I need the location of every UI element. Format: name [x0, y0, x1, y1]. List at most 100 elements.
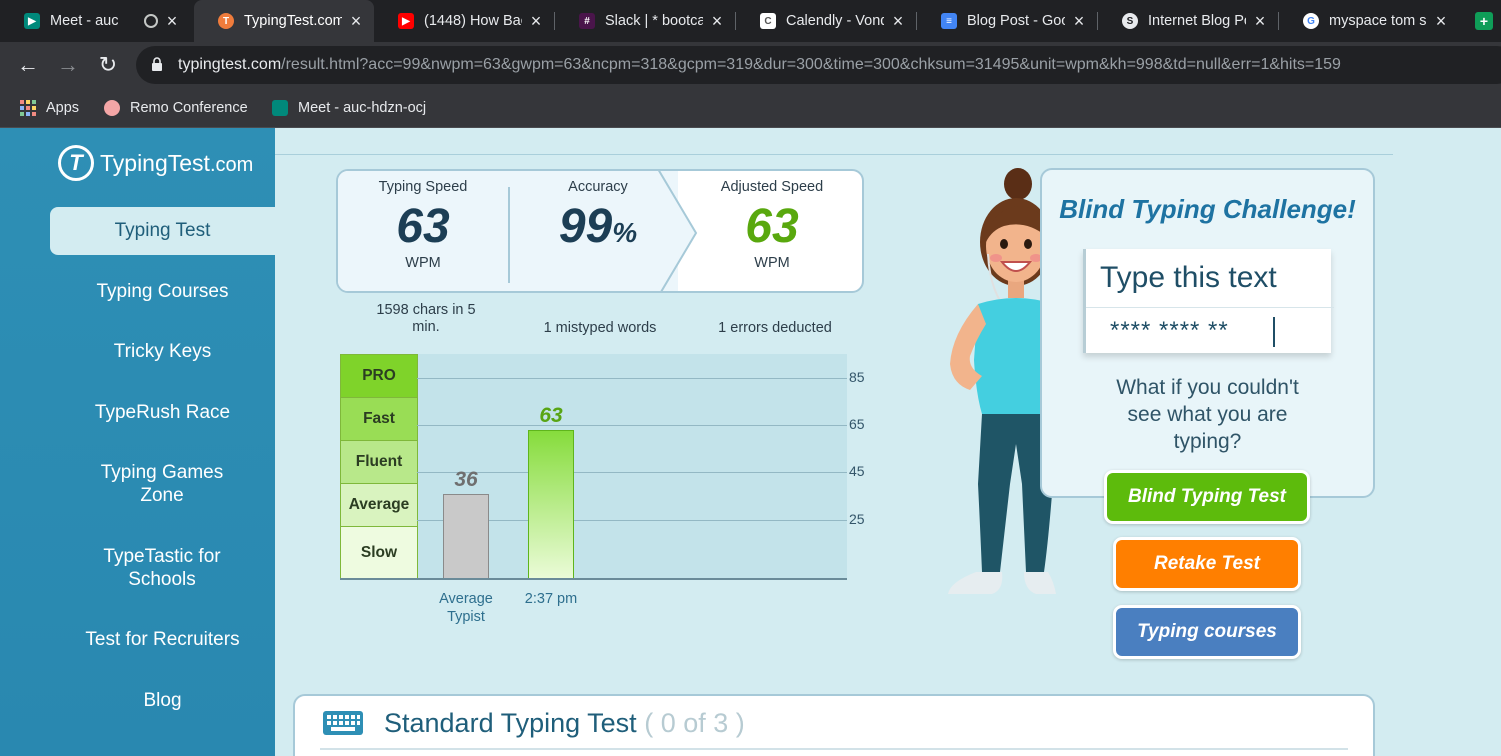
browser-tab-strip: ▶ Meet - auc × T TypingTest.com × ▶ (144… [0, 0, 1501, 42]
sidebar-item-test-for-recruiters[interactable]: Test for Recruiters [50, 628, 275, 651]
stat-label: Accuracy [568, 179, 628, 195]
challenge-question: What if you couldn't see what you are ty… [1116, 376, 1299, 453]
sidebar-item-typetastic[interactable]: TypeTastic for Schools [82, 545, 242, 591]
bar-value-label: 63 [539, 404, 563, 427]
sidebar-item-typing-test[interactable]: Typing Test [50, 207, 275, 255]
x-axis-label: 2:37 pm [524, 591, 578, 607]
skillshare-icon: S [1122, 13, 1138, 29]
url-path: /result.html?acc=99&nwpm=63&gwpm=63&ncpm… [281, 56, 1341, 73]
retake-test-button[interactable]: Retake Test [1113, 537, 1301, 591]
bookmark-label: Remo Conference [130, 100, 248, 116]
gridline [417, 425, 847, 426]
google-sheets-icon[interactable]: + [1475, 12, 1493, 30]
browser-tab-typingtest[interactable]: T TypingTest.com × [194, 0, 374, 42]
accuracy-stat: Accuracy 99% [510, 171, 686, 259]
close-tab-icon[interactable]: × [1433, 11, 1449, 32]
text-caret [1273, 317, 1275, 347]
browser-toolbar: ← → ↻ typingtest.com/result.html?acc=99&… [0, 42, 1501, 88]
back-arrow-icon[interactable]: ← [16, 53, 40, 77]
sidebar-item-typerush-race[interactable]: TypeRush Race [50, 401, 275, 424]
tab-title: TypingTest.com [244, 13, 342, 29]
keyboard-icon [323, 711, 363, 735]
address-bar[interactable]: typingtest.com/result.html?acc=99&nwpm=6… [136, 46, 1501, 84]
tab-title: Slack | * bootca [605, 13, 703, 29]
errors-note: 1 errors deducted [718, 320, 832, 336]
bookmark-apps[interactable]: Apps [20, 96, 79, 120]
skill-band-average: Average [340, 483, 418, 527]
typing-speed-value: 63 [396, 200, 450, 253]
skill-band-pro: PRO [340, 354, 418, 398]
gridline [417, 378, 847, 379]
site-logo[interactable]: T TypingTest.com [58, 145, 253, 181]
browser-tab-google-search[interactable]: G myspace tom s × [1279, 0, 1459, 42]
forward-arrow-icon[interactable]: → [56, 53, 80, 77]
standard-test-divider [320, 748, 1348, 750]
stat-unit: WPM [754, 255, 790, 271]
type-this-text-box: Type this text **** **** ** [1083, 249, 1334, 353]
type-box-title: Type this text [1100, 261, 1277, 294]
chart-baseline [340, 578, 847, 580]
close-tab-icon[interactable]: × [528, 11, 544, 32]
sidebar-item-typing-games-zone[interactable]: Typing Games Zone [82, 461, 242, 507]
y-tick-label: 45 [849, 463, 865, 479]
speed-chart: PRO Fast Fluent Average Slow 25 45 65 85 36 63 [340, 354, 870, 580]
close-tab-icon[interactable]: × [348, 11, 364, 32]
close-tab-icon[interactable]: × [890, 11, 906, 32]
masked-text: **** **** ** [1110, 317, 1229, 344]
bookmark-label: Apps [46, 100, 80, 116]
type-box-divider [1086, 307, 1334, 308]
bar-value-label: 36 [454, 468, 478, 491]
challenge-title: Blind Typing Challenge! [1059, 194, 1356, 224]
close-tab-icon[interactable]: × [164, 11, 180, 32]
browser-tab-meet[interactable]: ▶ Meet - auc × [0, 0, 190, 42]
browser-tab-google-docs[interactable]: ≡ Blog Post - Goo × [917, 0, 1097, 42]
media-playing-icon [144, 14, 158, 28]
site-sidebar: T TypingTest.com Typing Test Typing Cour… [0, 128, 275, 756]
reload-icon[interactable]: ↻ [96, 53, 120, 77]
typing-courses-button[interactable]: Typing courses [1113, 605, 1301, 659]
bookmarks-bar: Apps Remo Conference Meet - auc-hdzn-ocj [0, 88, 1501, 128]
tab-title: Internet Blog Po [1148, 13, 1246, 29]
stat-label: Typing Speed [378, 179, 468, 195]
adjusted-speed-value: 63 [745, 200, 799, 253]
accuracy-value: 99% [558, 200, 638, 253]
sidebar-item-blog[interactable]: Blog [50, 689, 275, 712]
header-divider [275, 154, 1393, 155]
browser-tab-calendly[interactable]: C Calendly - Vond × [736, 0, 916, 42]
skill-band-slow: Slow [340, 526, 418, 580]
sidebar-item-tricky-keys[interactable]: Tricky Keys [50, 340, 275, 363]
bookmark-meet[interactable]: Meet - auc-hdzn-ocj [272, 96, 426, 120]
blind-typing-test-button[interactable]: Blind Typing Test [1104, 470, 1310, 524]
skill-band-fluent: Fluent [340, 440, 418, 484]
logo-text: TypingTest.com [100, 149, 254, 176]
browser-tab-youtube[interactable]: ▶ (1448) How Bac × [374, 0, 554, 42]
google-icon: G [1303, 13, 1319, 29]
browser-tab-skillshare[interactable]: S Internet Blog Po × [1098, 0, 1278, 42]
y-tick-label: 25 [849, 511, 865, 527]
tab-title: (1448) How Bac [424, 13, 522, 29]
close-tab-icon[interactable]: × [1071, 11, 1087, 32]
typingtest-icon: T [218, 13, 234, 29]
url-text: typingtest.com/result.html?acc=99&nwpm=6… [178, 56, 1341, 74]
stat-label: Adjusted Speed [720, 179, 824, 195]
lock-icon [152, 57, 162, 71]
adjusted-speed-stat: Adjusted Speed 63 WPM [684, 171, 860, 271]
test-count: ( 0 of 3 ) [644, 708, 745, 738]
tab-title: Calendly - Vond [786, 13, 884, 29]
standard-test-title: Standard Typing Test ( 0 of 3 ) [384, 708, 745, 738]
apps-grid-icon [20, 100, 36, 116]
browser-tab-slack[interactable]: # Slack | * bootca × [555, 0, 735, 42]
url-host: typingtest.com [178, 56, 282, 73]
close-tab-icon[interactable]: × [1252, 11, 1268, 32]
calendly-icon: C [760, 13, 776, 29]
youtube-icon: ▶ [398, 13, 414, 29]
tab-title: myspace tom s [1329, 13, 1427, 29]
close-tab-icon[interactable]: × [709, 11, 725, 32]
bookmark-remo-conference[interactable]: Remo Conference [104, 96, 248, 120]
x-axis-label: Average Typist [439, 591, 493, 625]
google-meet-icon: ▶ [24, 13, 40, 29]
sidebar-item-typing-courses[interactable]: Typing Courses [50, 280, 275, 303]
slack-icon: # [579, 13, 595, 29]
mistyped-note: 1 mistyped words [543, 320, 657, 336]
y-tick-label: 65 [849, 416, 865, 432]
